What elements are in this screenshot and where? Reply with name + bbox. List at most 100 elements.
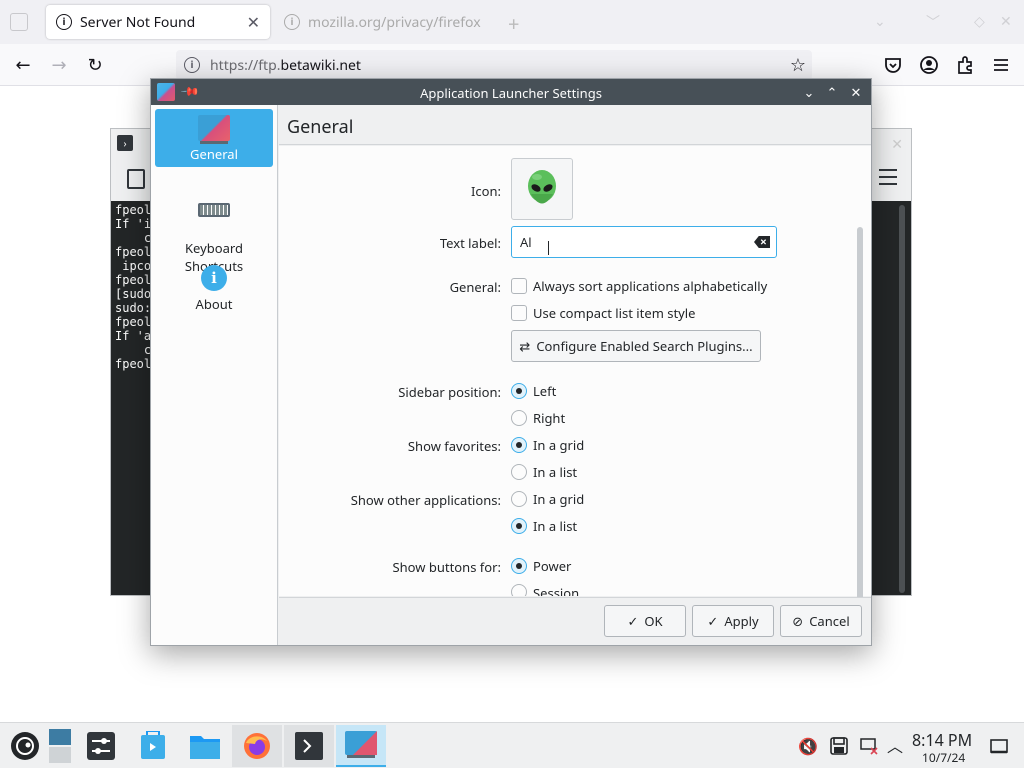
icon-picker-button[interactable]	[511, 158, 573, 220]
sidebar-item-label: About	[195, 295, 233, 313]
settings-sidebar: General Keyboard Shortcuts i About	[151, 105, 278, 645]
compact-list-checkbox[interactable]	[511, 305, 527, 321]
launcher-icon	[345, 731, 377, 758]
tab-title: mozilla.org/privacy/firefox	[308, 12, 481, 32]
close-icon[interactable]: ✕	[848, 83, 864, 101]
pager-button[interactable]	[46, 725, 74, 767]
sort-alphabetically-option[interactable]: Always sort applications alphabetically	[511, 277, 767, 295]
other-apps-grid-radio[interactable]	[511, 491, 527, 507]
extensions-icon[interactable]	[954, 54, 976, 76]
other-apps-list-label: In a list	[533, 517, 578, 535]
favorites-grid-radio[interactable]	[511, 437, 527, 453]
cancel-button[interactable]: ⊘ Cancel	[780, 605, 862, 637]
close-tab-icon[interactable]: ✕	[247, 11, 260, 33]
discover-icon	[141, 731, 165, 759]
dialog-titlebar[interactable]: 📌 Application Launcher Settings ⌄ ⌃ ✕	[151, 79, 871, 105]
dialog-title: Application Launcher Settings	[420, 84, 602, 102]
tab-server-not-found[interactable]: i Server Not Found ✕	[46, 5, 270, 39]
text-label-label: Text label:	[439, 234, 501, 252]
close-window-icon[interactable]: ✕	[1000, 12, 1012, 31]
launcher-settings-dialog: 📌 Application Launcher Settings ⌄ ⌃ ✕ Ge…	[150, 78, 872, 646]
close-icon[interactable]: ✕	[891, 135, 903, 154]
url-bar[interactable]: i https://ftp. betawiki.net ☆	[176, 50, 812, 80]
task-system-settings[interactable]	[76, 725, 126, 767]
sidebar-left-label: Left	[533, 382, 557, 400]
maximize-icon[interactable]: ⌃	[824, 83, 840, 101]
sidebar-left-option[interactable]: Left	[511, 382, 556, 400]
new-tab-button[interactable]: +	[508, 10, 519, 37]
ok-label: OK	[644, 612, 663, 630]
sidebar-item-about[interactable]: i About	[155, 265, 273, 321]
task-firefox[interactable]	[232, 725, 282, 767]
clock-time[interactable]: 8:14 PM	[912, 729, 972, 751]
volume-muted-icon[interactable]: 🔇	[798, 737, 818, 755]
chevron-down-icon[interactable]: ⌄	[874, 12, 886, 31]
other-apps-grid-option[interactable]: In a grid	[511, 490, 584, 508]
apply-button[interactable]: ✓ Apply	[692, 605, 774, 637]
new-tab-icon[interactable]	[127, 169, 145, 189]
other-apps-list-option[interactable]: In a list	[511, 517, 577, 535]
site-info-icon[interactable]: i	[184, 57, 200, 73]
show-desktop-icon[interactable]	[990, 737, 1008, 755]
info-icon: i	[284, 14, 300, 30]
buttons-power-option[interactable]: Power	[511, 557, 571, 575]
checkmark-icon: ✓	[627, 612, 639, 630]
minimize-icon[interactable]: ⌄	[801, 83, 817, 101]
favorites-grid-option[interactable]: In a grid	[511, 436, 584, 454]
task-konsole[interactable]	[284, 725, 334, 767]
sidebar-position-label: Sidebar position:	[398, 383, 501, 401]
other-apps-list-radio[interactable]	[511, 518, 527, 534]
forward-button[interactable]: →	[46, 52, 72, 78]
task-launcher-settings[interactable]	[336, 725, 386, 767]
account-icon[interactable]	[918, 54, 940, 76]
text-cursor-icon	[548, 241, 556, 255]
task-dolphin[interactable]	[180, 725, 230, 767]
sidebar-right-radio[interactable]	[511, 410, 527, 426]
sidebar-right-option[interactable]: Right	[511, 409, 565, 427]
tab-list-icon[interactable]	[10, 13, 28, 31]
cancel-label: Cancel	[809, 612, 850, 630]
favorites-list-radio[interactable]	[511, 464, 527, 480]
buttons-power-radio[interactable]	[511, 558, 527, 574]
ok-button[interactable]: ✓ OK	[604, 605, 686, 637]
show-favorites-label: Show favorites:	[407, 437, 501, 455]
minimize-icon[interactable]: ﹀	[926, 12, 940, 32]
info-icon: i	[201, 265, 227, 291]
pocket-icon[interactable]	[882, 54, 904, 76]
network-disconnected-icon[interactable]	[860, 737, 878, 755]
compact-list-option[interactable]: Use compact list item style	[511, 304, 695, 322]
bookmark-star-icon[interactable]: ☆	[790, 53, 806, 77]
application-launcher-button[interactable]	[0, 725, 50, 767]
buttons-session-radio[interactable]	[511, 584, 527, 596]
buttons-session-option[interactable]: Session	[511, 584, 579, 596]
buttons-session-label: Session	[533, 584, 580, 596]
chevron-up-icon[interactable]: ︿	[886, 737, 904, 755]
maximize-icon[interactable]: ◇	[974, 12, 985, 31]
browser-tab-bar: i Server Not Found ✕ i mozilla.org/priva…	[0, 0, 1024, 44]
general-label: General:	[449, 278, 501, 296]
taskbar: 🔇 ︿ 8:14 PM 10/7/24	[0, 722, 1024, 768]
form-scrollbar[interactable]	[857, 227, 863, 611]
sort-alphabetically-checkbox[interactable]	[511, 278, 527, 294]
sidebar-item-label: General	[190, 145, 238, 163]
task-discover[interactable]	[128, 725, 178, 767]
show-buttons-label: Show buttons for:	[392, 558, 502, 576]
configure-search-plugins-label: Configure Enabled Search Plugins...	[536, 337, 753, 355]
sidebar-item-general[interactable]: General	[155, 109, 273, 167]
terminal-scrollbar[interactable]	[899, 205, 905, 593]
sidebar-left-radio[interactable]	[511, 383, 527, 399]
configure-search-plugins-button[interactable]: ⇄ Configure Enabled Search Plugins...	[511, 330, 761, 362]
sidebar-item-keyboard-shortcuts[interactable]: Keyboard Shortcuts	[155, 185, 273, 275]
favorites-list-option[interactable]: In a list	[511, 463, 577, 481]
url-scheme: https://ftp.	[210, 55, 281, 75]
hamburger-menu-icon[interactable]	[879, 169, 897, 185]
hamburger-menu-icon[interactable]	[990, 54, 1012, 76]
url-host: betawiki.net	[280, 55, 361, 75]
back-button[interactable]: ←	[10, 52, 36, 78]
clock-date[interactable]: 10/7/24	[922, 749, 965, 766]
clear-text-icon[interactable]	[754, 236, 770, 248]
tab-mozilla-privacy[interactable]: i mozilla.org/privacy/firefox	[274, 5, 504, 39]
save-icon[interactable]	[830, 737, 848, 755]
reload-button[interactable]: ↻	[82, 52, 108, 78]
apply-label: Apply	[724, 612, 759, 630]
